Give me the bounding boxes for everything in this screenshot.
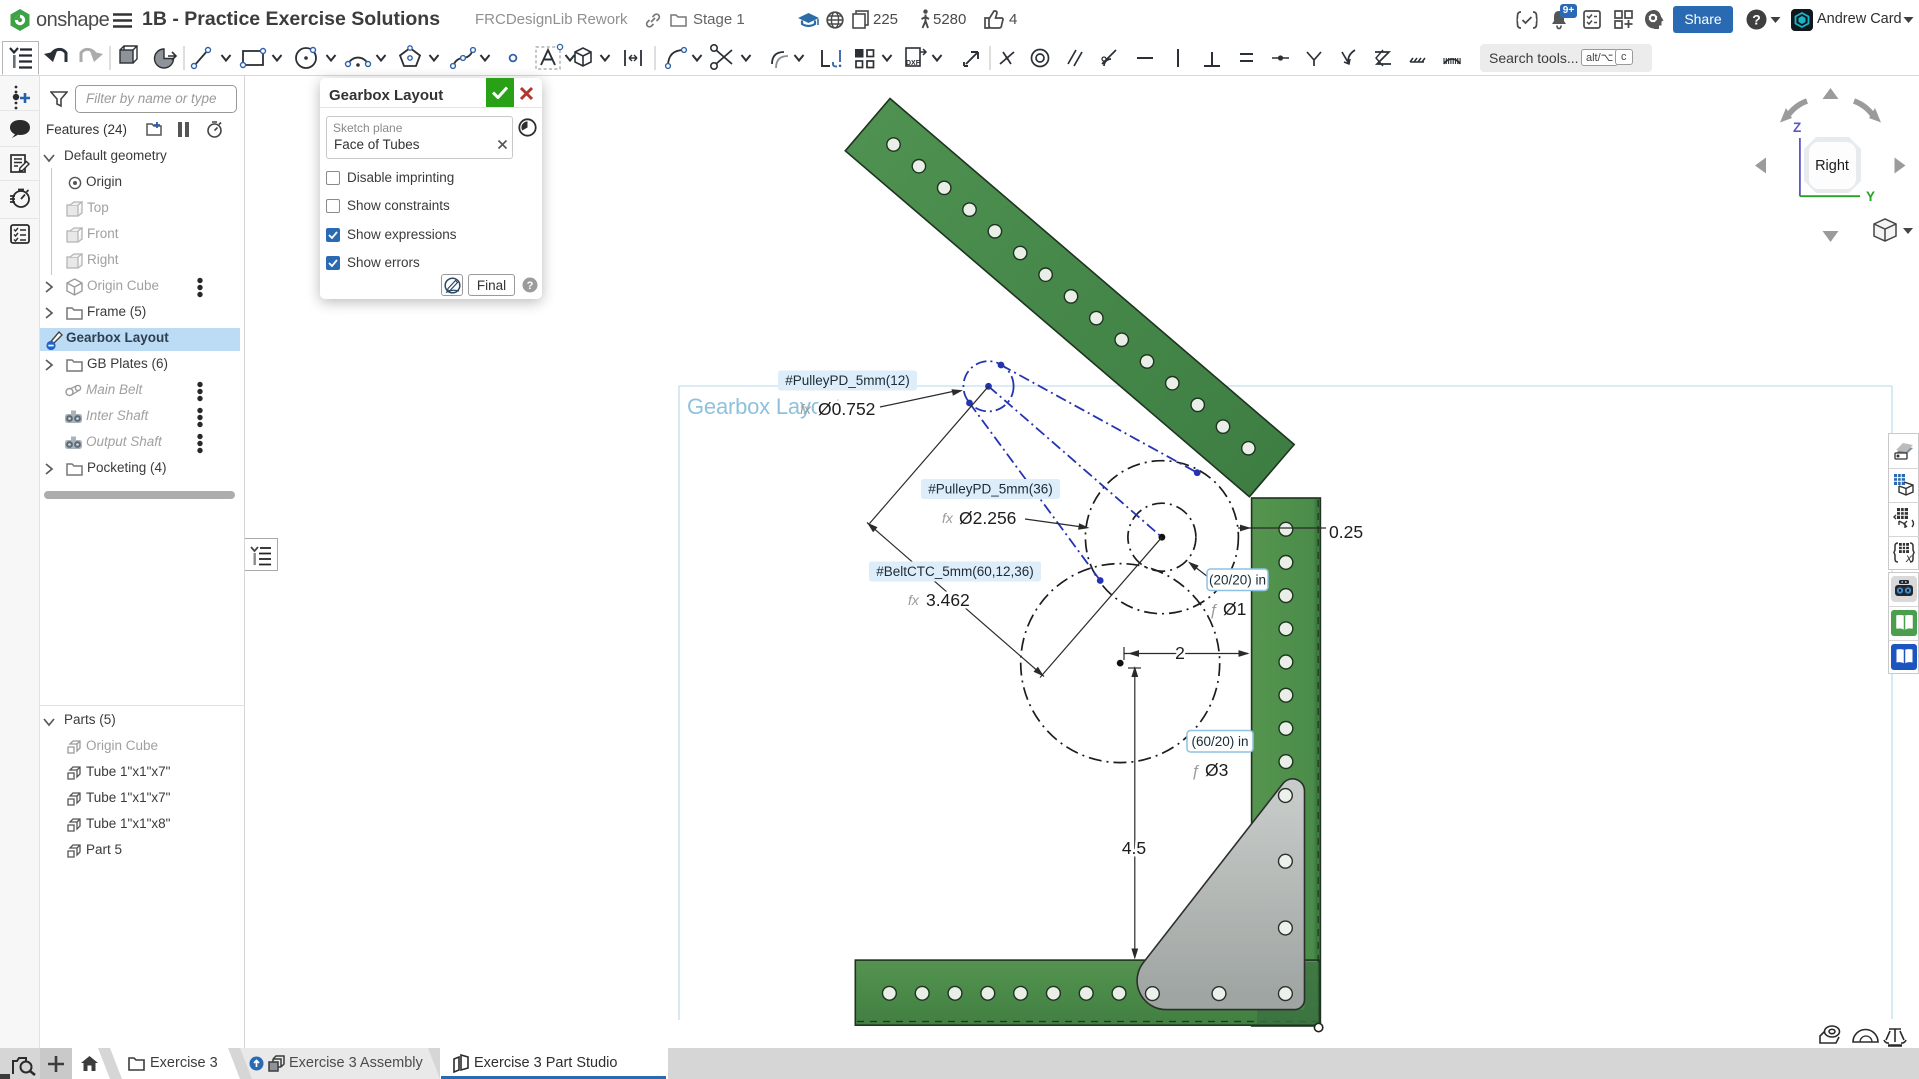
- svg-text:DXF: DXF: [906, 60, 921, 67]
- svg-text:ƒ: ƒ: [1209, 602, 1218, 619]
- svg-text:Ø0.752: Ø0.752: [818, 399, 875, 419]
- svg-text:2: 2: [1175, 643, 1185, 663]
- svg-text:4.5: 4.5: [1122, 838, 1146, 858]
- svg-text:fx: fx: [908, 592, 920, 608]
- svg-text:?: ?: [1752, 12, 1761, 28]
- svg-text:(20/20) in: (20/20) in: [1209, 572, 1266, 587]
- svg-text:Ø2.256: Ø2.256: [959, 508, 1016, 528]
- svg-text:ƒ: ƒ: [1191, 763, 1200, 780]
- svg-text:Z: Z: [1793, 120, 1801, 135]
- svg-text:Right: Right: [1815, 158, 1849, 174]
- svg-text:3.462: 3.462: [926, 590, 970, 610]
- svg-text:Ø1: Ø1: [1223, 599, 1246, 619]
- svg-text:#PulleyPD_5mm(36): #PulleyPD_5mm(36): [928, 482, 1053, 497]
- svg-text:#PulleyPD_5mm(12): #PulleyPD_5mm(12): [785, 373, 910, 388]
- svg-text:#BeltCTC_5mm(60,12,36): #BeltCTC_5mm(60,12,36): [876, 564, 1034, 579]
- svg-text:fx: fx: [942, 510, 954, 526]
- svg-text:Ø3: Ø3: [1205, 760, 1228, 780]
- svg-text:?: ?: [527, 280, 534, 292]
- svg-text:fx: fx: [800, 401, 812, 417]
- svg-text:(60/20) in: (60/20) in: [1191, 734, 1248, 749]
- svg-text:Y: Y: [1866, 189, 1875, 204]
- svg-text:0.25: 0.25: [1329, 522, 1363, 542]
